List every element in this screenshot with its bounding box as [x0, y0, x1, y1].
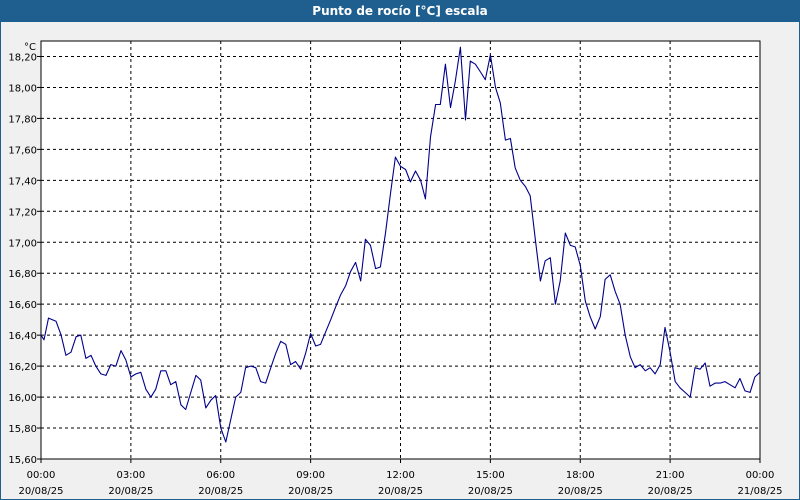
- y-axis-ticks: 15,60 15,80 16,00 16,20 16,40 16,60 16,80 17,00…: [8, 52, 41, 466]
- x-axis-ticks: 00:00 20/08/25 03:00 20/08/25 06:00 20/08/25 0…: [19, 459, 783, 497]
- x-tick-date-label: 20/08/25: [558, 486, 603, 497]
- y-tick-label: 16,40: [8, 331, 37, 342]
- y-tick-label: 17,80: [8, 114, 37, 125]
- x-tick-time-label: 09:00: [296, 470, 325, 481]
- y-tick-label: 17,60: [8, 145, 37, 156]
- x-tick-time-label: 21:00: [656, 470, 685, 481]
- x-tick-time-label: 06:00: [206, 470, 235, 481]
- x-tick-time-label: 00:00: [746, 470, 775, 481]
- x-tick-date-label: 20/08/25: [108, 486, 153, 497]
- y-tick-label: 15,80: [8, 424, 37, 435]
- x-tick-date-label: 20/08/25: [19, 486, 64, 497]
- y-tick-label: 16,60: [8, 300, 37, 311]
- x-tick-time-label: 03:00: [116, 470, 145, 481]
- x-tick-time-label: 15:00: [476, 470, 505, 481]
- y-tick-label: 18,00: [8, 83, 37, 94]
- y-tick-label: 16,00: [8, 393, 37, 404]
- x-tick-date-label: 20/08/25: [198, 486, 243, 497]
- y-tick-label: 16,80: [8, 269, 37, 280]
- chart-plot: 15,60 15,80 16,00 16,20 16,40 16,60 16,80 17,00…: [8, 40, 783, 497]
- x-tick-time-label: 18:00: [566, 470, 595, 481]
- y-tick-label: 17,40: [8, 176, 37, 187]
- y-tick-label: 17,20: [8, 207, 37, 218]
- y-tick-label: 17,00: [8, 238, 37, 249]
- x-tick-date-label: 20/08/25: [468, 486, 513, 497]
- x-tick-date-label: 20/08/25: [648, 486, 693, 497]
- y-tick-label: 15,60: [8, 455, 37, 466]
- x-tick-time-label: 12:00: [386, 470, 415, 481]
- y-tick-label: 18,20: [8, 52, 37, 63]
- y-axis-unit-label: °C: [24, 42, 36, 53]
- x-tick-date-label: 20/08/25: [288, 486, 333, 497]
- y-tick-label: 16,20: [8, 362, 37, 373]
- x-tick-date-label: 20/08/25: [378, 486, 423, 497]
- x-tick-time-label: 00:00: [27, 470, 56, 481]
- x-tick-date-label: 21/08/25: [738, 486, 783, 497]
